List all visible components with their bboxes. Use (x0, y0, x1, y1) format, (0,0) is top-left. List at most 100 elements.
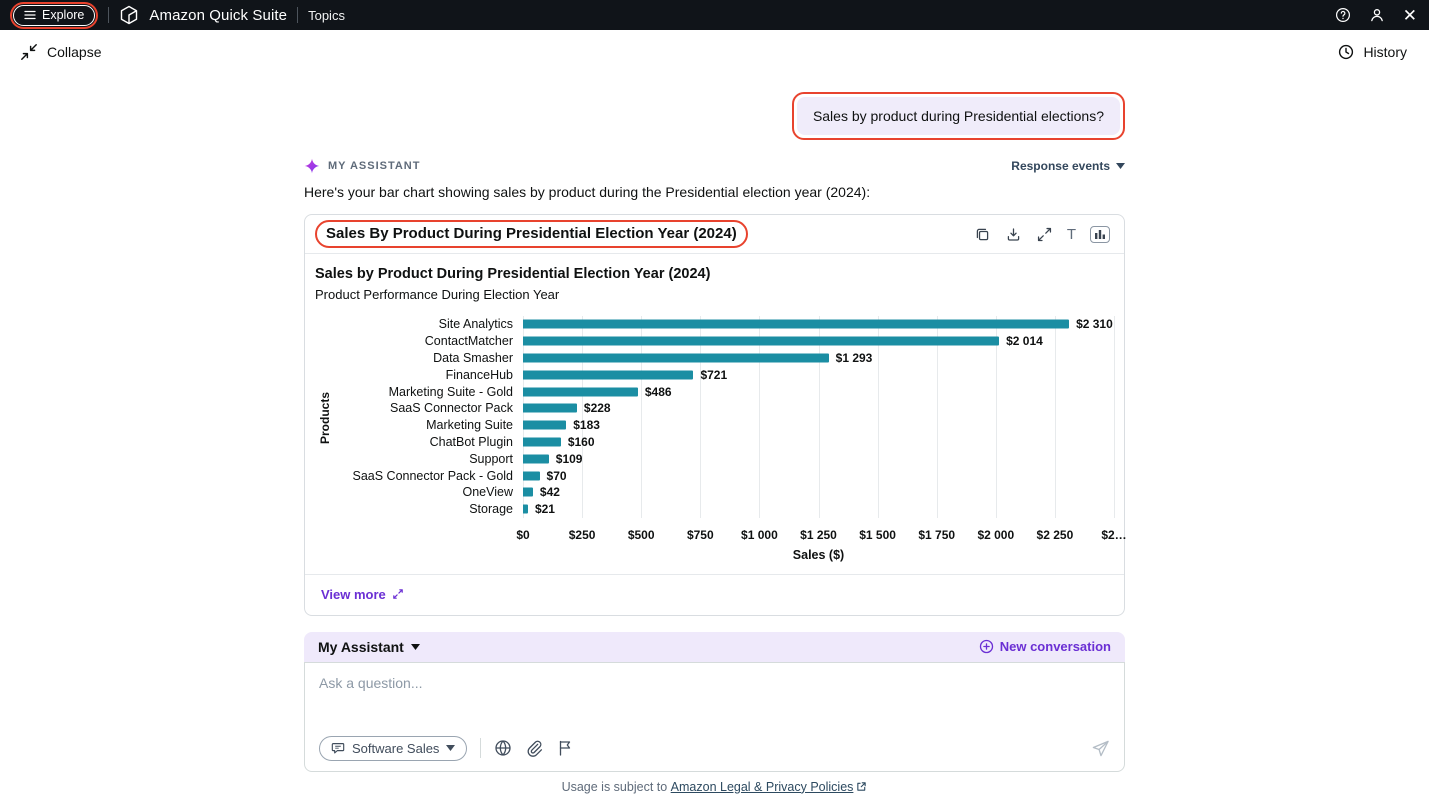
chat-bubble-icon (331, 741, 345, 755)
annotation-ring-card-title: Sales By Product During Presidential Ele… (315, 220, 748, 248)
web-search-icon[interactable] (494, 739, 512, 757)
collapse-icon (20, 43, 38, 61)
chart-rows: Site Analytics$2 310ContactMatcher$2 014… (333, 316, 1114, 518)
collapse-button[interactable]: Collapse (20, 43, 101, 61)
category-label: FinanceHub (333, 368, 523, 382)
nav-topics[interactable]: Topics (308, 8, 345, 23)
history-button[interactable]: History (1338, 44, 1407, 60)
chart-row: Marketing Suite $183 (333, 417, 1114, 434)
bar-value-label: $2 014 (1006, 334, 1043, 348)
chart-view-toggle[interactable] (1090, 226, 1110, 243)
x-tick-label: $1 250 (800, 528, 837, 542)
bar (523, 437, 561, 446)
history-label: History (1363, 44, 1407, 60)
bar-chart-icon (1094, 229, 1106, 240)
bar-value-label: $1 293 (836, 351, 873, 365)
bar-value-label: $21 (535, 502, 555, 516)
bar (523, 370, 693, 379)
collapse-label: Collapse (47, 44, 101, 60)
legal-prefix: Usage is subject to (562, 780, 671, 794)
bar-value-label: $183 (573, 418, 600, 432)
chart-row: Data Smasher $1 293 (333, 350, 1114, 367)
bar (523, 471, 540, 480)
chart-row: Site Analytics$2 310 (333, 316, 1114, 333)
expand-icon[interactable] (1036, 226, 1053, 243)
assistant-name-label: MY ASSISTANT (328, 160, 420, 172)
chart-row: Storage$21 (333, 501, 1114, 518)
legal-link-label: Amazon Legal & Privacy Policies (671, 780, 854, 794)
x-tick-label: $0 (516, 528, 529, 542)
bar-value-label: $486 (645, 385, 672, 399)
explore-button[interactable]: Explore (13, 5, 95, 26)
top-bar: Explore Amazon Quick Suite Topics ✕ (0, 0, 1429, 30)
topic-label: Software Sales (352, 741, 439, 756)
category-label: Data Smasher (333, 351, 523, 365)
card-title: Sales By Product During Presidential Ele… (326, 225, 737, 242)
chart-container: Sales by Product During Presidential Ele… (305, 254, 1124, 574)
chart-title: Sales by Product During Presidential Ele… (315, 266, 1114, 282)
user-message: Sales by product during Presidential ele… (797, 97, 1120, 135)
view-more-label: View more (321, 587, 386, 602)
x-tick-label: $1 750 (918, 528, 955, 542)
bar-value-label: $721 (700, 368, 727, 382)
view-more-link[interactable]: View more (321, 587, 404, 602)
send-icon[interactable] (1091, 739, 1110, 758)
bar-value-label: $42 (540, 485, 560, 499)
bar-value-label: $228 (584, 401, 611, 415)
category-label: ChatBot Plugin (333, 435, 523, 449)
chart-row: FinanceHub $721 (333, 366, 1114, 383)
prompt-library-icon[interactable] (556, 739, 574, 757)
new-conversation-label: New conversation (1000, 639, 1111, 654)
close-icon[interactable]: ✕ (1403, 7, 1417, 24)
x-tick-label: $750 (687, 528, 714, 542)
help-icon[interactable] (1335, 7, 1351, 23)
annotation-ring-explore: Explore (10, 2, 98, 29)
external-link-icon (856, 781, 867, 792)
chart-subtitle: Product Performance During Election Year (315, 287, 1114, 302)
chart-row: SaaS Connector Pack - Gold $70 (333, 467, 1114, 484)
legal-policies-link[interactable]: Amazon Legal & Privacy Policies (671, 780, 868, 794)
attachment-icon[interactable] (525, 739, 543, 757)
text-view-icon[interactable]: T (1067, 226, 1076, 243)
bar (523, 387, 638, 396)
x-axis-label: Sales ($) (523, 548, 1114, 570)
quick-suite-logo (119, 5, 139, 25)
chart-row: OneView$42 (333, 484, 1114, 501)
x-tick-label: $2 250 (1037, 528, 1074, 542)
explore-label: Explore (42, 8, 84, 22)
question-input[interactable] (319, 675, 1110, 727)
bar-value-label: $109 (556, 452, 583, 466)
download-icon[interactable] (1005, 226, 1022, 243)
response-events-dropdown[interactable]: Response events (1011, 159, 1125, 173)
chart-row: ContactMatcher$2 014 (333, 333, 1114, 350)
clock-icon (1338, 44, 1354, 60)
category-label: SaaS Connector Pack - Gold (333, 469, 523, 483)
gridline (1114, 316, 1115, 518)
bar (523, 337, 999, 346)
bar (523, 488, 533, 497)
assistant-panel: My Assistant New conversation Softw (304, 632, 1125, 772)
chart-row: Support $109 (333, 450, 1114, 467)
chart-row: Marketing Suite - Gold$486 (333, 383, 1114, 400)
hamburger-icon (24, 10, 36, 20)
account-icon[interactable] (1369, 7, 1385, 23)
x-tick-label: $1 000 (741, 528, 778, 542)
panel-toolbar: Collapse History (0, 30, 1429, 70)
assistant-selector[interactable]: My Assistant (318, 639, 420, 655)
category-label: Marketing Suite (333, 418, 523, 432)
x-tick-label: $1 500 (859, 528, 896, 542)
topic-selector[interactable]: Software Sales (319, 736, 467, 761)
bar (523, 320, 1069, 329)
bar-value-label: $70 (547, 469, 567, 483)
chart-row: SaaS Connector Pack$228 (333, 400, 1114, 417)
app-title: Amazon Quick Suite (149, 7, 287, 24)
bar (523, 353, 829, 362)
annotation-ring-question: Sales by product during Presidential ele… (792, 92, 1125, 140)
assistant-message: Here's your bar chart showing sales by p… (304, 184, 1125, 200)
copy-icon[interactable] (974, 226, 991, 243)
new-conversation-button[interactable]: New conversation (979, 639, 1111, 654)
divider (297, 7, 298, 23)
chevron-down-icon (411, 644, 420, 650)
category-label: Support (333, 452, 523, 466)
chart-row: ChatBot Plugin$160 (333, 434, 1114, 451)
